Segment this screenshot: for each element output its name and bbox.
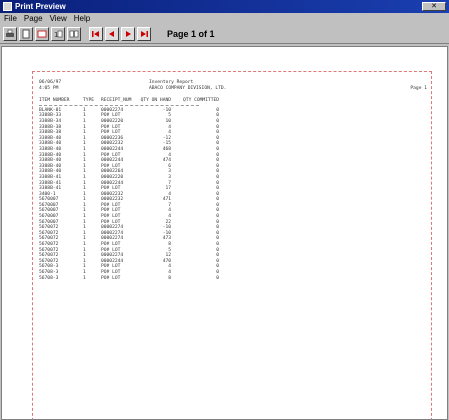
two-page-button[interactable]	[67, 26, 81, 41]
menu-help[interactable]: Help	[74, 13, 90, 24]
zoom-width-button[interactable]	[35, 26, 49, 41]
two-page-icon	[69, 30, 79, 37]
toolbar: 1 Page 1 of 1	[0, 24, 449, 44]
cell-item-number: 56708-3	[39, 275, 59, 281]
actual-size-icon: 1	[54, 30, 63, 39]
zoom-fit-button[interactable]	[19, 26, 33, 41]
menu-bar: File Page View Help	[0, 13, 449, 24]
report-body: 06/06/97 Inventory Report 4:05 PM ABACO …	[39, 80, 427, 281]
menu-view[interactable]: View	[50, 13, 67, 24]
column-headers: ITEM NUMBER TYPE RECEIPT_NUM QTY ON HAND…	[39, 98, 427, 104]
app-icon	[3, 2, 12, 11]
col-type: TYPE	[83, 98, 95, 104]
col-receipt: RECEIPT_NUM	[101, 98, 132, 104]
report-time: 4:05 PM	[39, 85, 59, 91]
title-bar: Print Preview ✕	[0, 0, 449, 13]
cell-qty-committed: 0	[216, 275, 219, 281]
preview-area[interactable]: 06/06/97 Inventory Report 4:05 PM ABACO …	[1, 46, 448, 420]
menu-page[interactable]: Page	[24, 13, 43, 24]
first-page-icon	[92, 30, 99, 37]
page-icon	[22, 29, 30, 38]
header-rule	[39, 104, 199, 106]
print-button[interactable]	[3, 26, 17, 41]
col-item-number: ITEM NUMBER	[39, 98, 70, 104]
col-qty-on-hand: QTY ON HAND	[140, 98, 171, 104]
prev-page-button[interactable]	[105, 26, 119, 41]
cell-receipt: PO# LOT	[101, 275, 121, 281]
next-page-icon	[126, 30, 131, 37]
col-qty-committed: QTY COMMITTED	[183, 98, 219, 104]
last-page-button[interactable]	[137, 26, 151, 41]
last-page-icon	[141, 30, 148, 37]
menu-file[interactable]: File	[4, 13, 17, 24]
page-indicator: Page 1 of 1	[167, 28, 215, 39]
window-title: Print Preview	[15, 2, 66, 11]
page-width-icon	[37, 30, 47, 37]
first-page-button[interactable]	[89, 26, 103, 41]
printer-icon	[6, 29, 14, 37]
report-header-line-2: 4:05 PM ABACO COMPANY DIVISION, LTD. Pag…	[39, 86, 427, 92]
report-page-number: Page 1	[410, 85, 427, 91]
table-row: 56708-3 1 PO# LOT 8 0	[39, 276, 427, 282]
prev-page-icon	[109, 30, 114, 37]
zoom-100-button[interactable]: 1	[51, 26, 65, 41]
next-page-button[interactable]	[121, 26, 135, 41]
cell-qty-on-hand: 8	[168, 275, 171, 281]
report-page: 06/06/97 Inventory Report 4:05 PM ABACO …	[32, 71, 432, 419]
cell-type: 1	[83, 275, 86, 281]
close-button[interactable]: ✕	[422, 2, 446, 11]
report-rows: BLANK-01 1 00002274 -10 0 3388B-33 1 PO# LOT 5 0 3…	[39, 108, 427, 281]
print-preview-window: Print Preview ✕ File Page View Help 1 Pa…	[0, 0, 449, 420]
report-company: ABACO COMPANY DIVISION, LTD.	[149, 85, 227, 91]
